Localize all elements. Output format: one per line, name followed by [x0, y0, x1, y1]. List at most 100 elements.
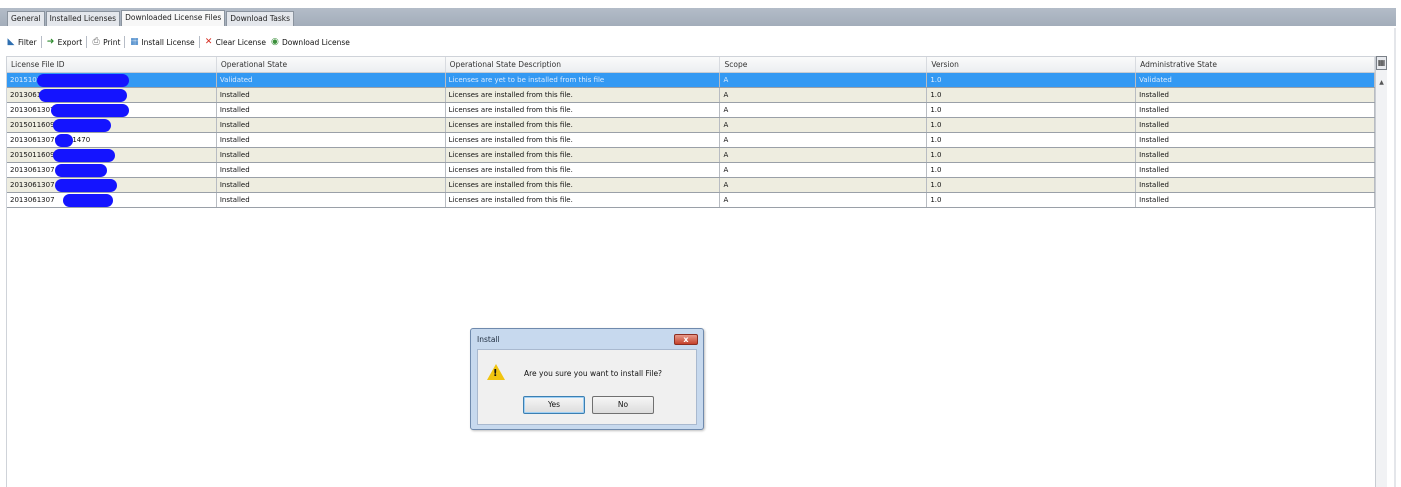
filter-label: Filter [18, 37, 37, 47]
column-header-operational-state[interactable]: Operational State [217, 57, 446, 72]
table-row[interactable]: 2013061 Installed Licenses are installed… [7, 88, 1375, 103]
column-header-license-file-id[interactable]: License File ID [7, 57, 217, 72]
administrative-state-cell: Installed [1136, 163, 1375, 177]
tab-downloaded-license-files[interactable]: Downloaded License Files [121, 10, 226, 26]
toolbar-separator [198, 36, 200, 48]
description-cell: Licenses are installed from this file. [446, 133, 721, 147]
scope-cell: A [720, 118, 928, 132]
column-header-scope[interactable]: Scope [720, 57, 928, 72]
table-row[interactable]: 2013061307 Installed Licenses are instal… [7, 103, 1375, 118]
license-file-id-cell: 2013061307 [7, 103, 217, 117]
tab-installed-licenses[interactable]: Installed Licenses [45, 11, 121, 26]
administrative-state-cell: Installed [1136, 178, 1375, 192]
table-row[interactable]: 2015102 Validated Licenses are yet to be… [7, 73, 1375, 88]
printer-icon: ⎙ [92, 37, 100, 47]
license-file-id-cell: 2013061307 [7, 163, 217, 177]
version-cell: 1.0 [927, 103, 1137, 117]
table-header: License File ID Operational State Operat… [7, 56, 1375, 73]
administrative-state-cell: Installed [1136, 193, 1375, 207]
redaction-mark [53, 119, 111, 132]
tab-general[interactable]: General [7, 11, 45, 26]
license-file-id-cell: 201306130704101470 [7, 133, 217, 147]
description-cell: Licenses are installed from this file. [446, 103, 721, 117]
filter-button[interactable]: ◣ Filter [6, 37, 37, 47]
dialog-title: Install [477, 335, 500, 344]
column-chooser-icon[interactable]: ▦ [1376, 56, 1387, 70]
toolbar-separator [86, 36, 88, 48]
column-header-administrative-state[interactable]: Administrative State [1136, 57, 1375, 72]
version-cell: 1.0 [927, 73, 1137, 87]
redaction-mark [37, 74, 129, 87]
license-file-id-cell: 2013061307 [7, 193, 217, 207]
dialog-body: ! Are you sure you want to install File?… [477, 349, 697, 425]
description-cell: Licenses are installed from this file. [446, 88, 721, 102]
description-cell: Licenses are installed from this file. [446, 178, 721, 192]
exclamation-icon: ! [493, 368, 498, 379]
administrative-state-cell: Installed [1136, 118, 1375, 132]
scroll-up-arrow-icon[interactable]: ▲ [1377, 78, 1386, 87]
operational-state-cell: Installed [217, 103, 446, 117]
download-license-label: Download License [281, 37, 350, 47]
administrative-state-cell: Installed [1136, 148, 1375, 162]
download-icon: ◉ [271, 37, 279, 47]
table-row[interactable]: 2015011609 Installed Licenses are instal… [7, 148, 1375, 163]
vertical-scrollbar[interactable]: ▦ ▲ [1375, 56, 1387, 487]
scope-cell: A [720, 148, 928, 162]
install-license-button[interactable]: ▦ Install License [129, 37, 195, 47]
license-file-id-cell: 2015011609 [7, 148, 217, 162]
redaction-mark [53, 149, 115, 162]
panel-edge [1394, 28, 1396, 487]
print-button[interactable]: ⎙ Print [91, 37, 121, 47]
redaction-mark [51, 104, 129, 117]
filter-icon: ◣ [7, 37, 15, 47]
install-confirm-dialog: Install x ! Are you sure you want to ins… [470, 328, 704, 430]
redaction-mark [63, 194, 113, 207]
install-icon: ▦ [130, 37, 139, 47]
column-header-operational-state-description[interactable]: Operational State Description [446, 57, 721, 72]
scope-cell: A [720, 103, 928, 117]
clear-license-label: Clear License [215, 37, 266, 47]
description-cell: Licenses are installed from this file. [446, 163, 721, 177]
redaction-mark [55, 164, 107, 177]
table-row[interactable]: 2013061307 Installed Licenses are instal… [7, 193, 1375, 208]
export-button[interactable]: ➜ Export [46, 37, 83, 47]
description-cell: Licenses are installed from this file. [446, 193, 721, 207]
redaction-mark [55, 179, 117, 192]
print-label: Print [103, 37, 121, 47]
toolbar-separator [40, 36, 42, 48]
yes-button[interactable]: Yes [523, 396, 585, 414]
close-icon[interactable]: x [674, 334, 698, 345]
clear-license-button[interactable]: ✕ Clear License [204, 37, 266, 47]
operational-state-cell: Installed [217, 178, 446, 192]
operational-state-cell: Installed [217, 88, 446, 102]
version-cell: 1.0 [927, 163, 1137, 177]
version-cell: 1.0 [927, 148, 1137, 162]
scope-cell: A [720, 73, 928, 87]
redaction-mark [55, 134, 73, 147]
table-row[interactable]: 2013061307 Installed Licenses are instal… [7, 178, 1375, 193]
column-header-version[interactable]: Version [927, 57, 1137, 72]
license-file-id-cell: 2013061307 [7, 178, 217, 192]
administrative-state-cell: Installed [1136, 103, 1375, 117]
download-license-button[interactable]: ◉ Download License [270, 37, 350, 47]
table-row[interactable]: 2013061307 Installed Licenses are instal… [7, 163, 1375, 178]
administrative-state-cell: Installed [1136, 133, 1375, 147]
administrative-state-cell: Installed [1136, 88, 1375, 102]
scope-cell: A [720, 163, 928, 177]
scope-cell: A [720, 193, 928, 207]
tab-download-tasks[interactable]: Download Tasks [226, 11, 295, 26]
scope-cell: A [720, 178, 928, 192]
export-arrow-icon: ➜ [46, 37, 55, 47]
scope-cell: A [720, 133, 928, 147]
version-cell: 1.0 [927, 118, 1137, 132]
export-label: Export [57, 37, 83, 47]
license-file-id-cell: 2013061 [7, 88, 217, 102]
table-row[interactable]: 2015011609 Installed Licenses are instal… [7, 118, 1375, 133]
description-cell: Licenses are installed from this file. [446, 148, 721, 162]
description-cell: Licenses are installed from this file. [446, 118, 721, 132]
dialog-message: Are you sure you want to install File? [524, 369, 663, 378]
scope-cell: A [720, 88, 928, 102]
table-row[interactable]: 201306130704101470 Installed Licenses ar… [7, 133, 1375, 148]
version-cell: 1.0 [927, 133, 1137, 147]
no-button[interactable]: No [592, 396, 654, 414]
